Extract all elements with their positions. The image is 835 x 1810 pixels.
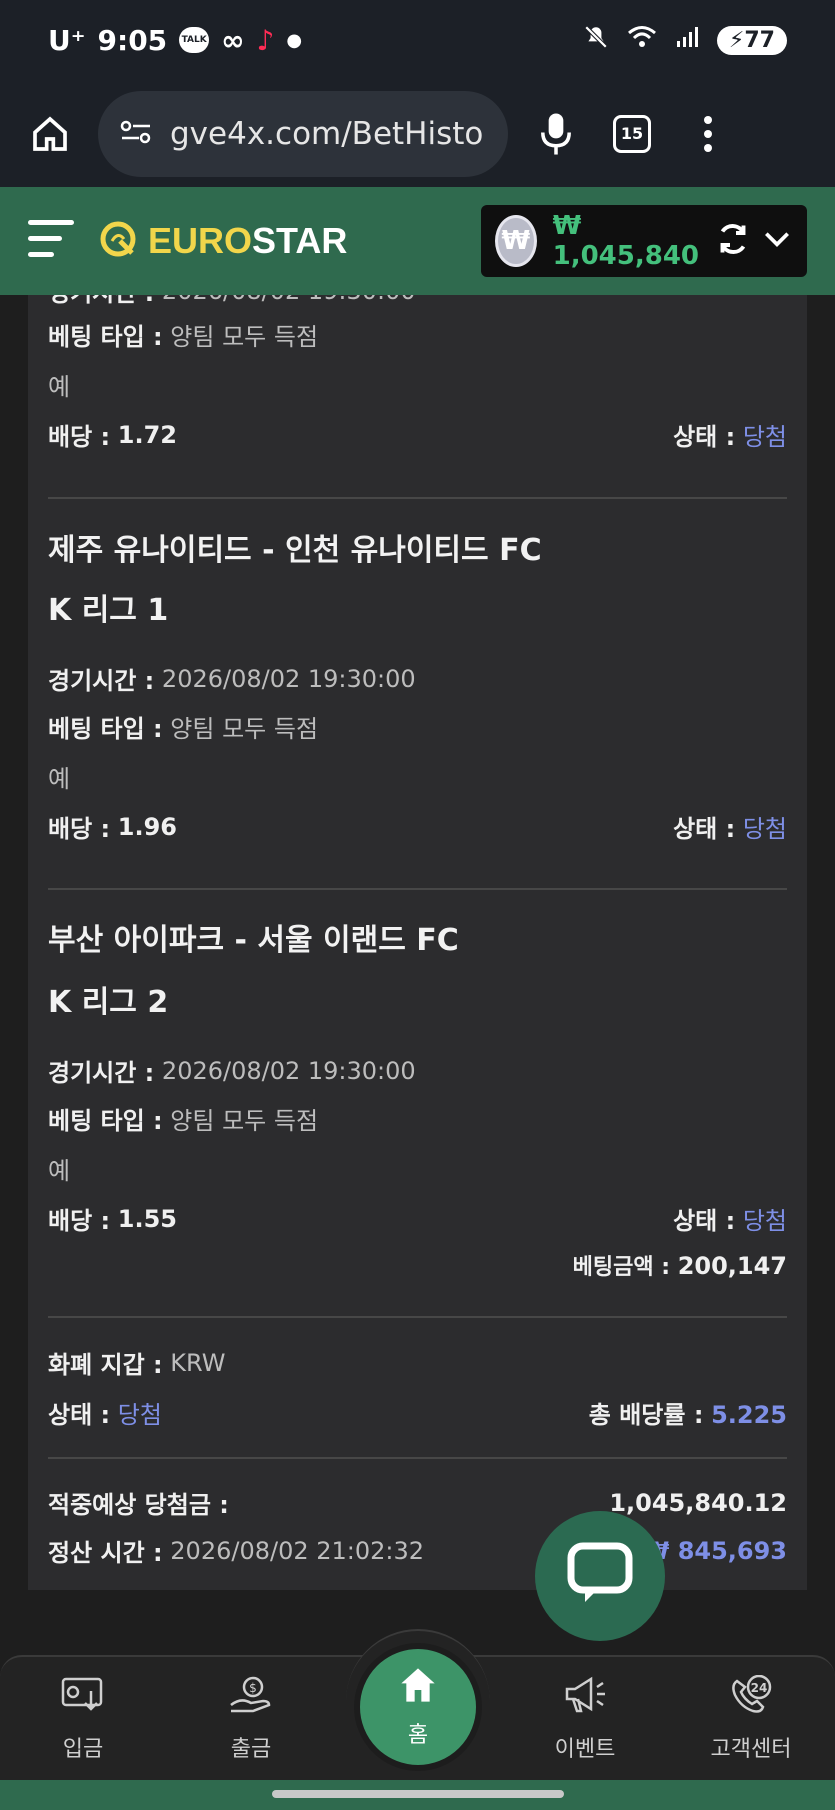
eurostar-logo[interactable]: EUROSTAR (98, 219, 347, 263)
tiktok-icon: ♪ (256, 23, 275, 57)
status-bar: U⁺ 9:05 TALK ∞ ♪ ● ⚡77 (0, 0, 835, 80)
carrier: U⁺ (48, 23, 86, 57)
bet-history-card: 경기시간 : 2026/08/02 19:30:00 베팅 타입 : 양팀 모두… (28, 295, 807, 1590)
bet-3-pick: 예 (48, 1157, 71, 1185)
nav-deposit[interactable]: 입금 (18, 1675, 148, 1763)
tab-switcher-button[interactable]: 15 (604, 106, 660, 162)
wifi-icon (627, 25, 657, 55)
expected-win-value: 1,045,840.12 (609, 1488, 787, 1517)
bet-1-bet-type: 베팅 타입 : 양팀 모두 득점 (48, 323, 319, 351)
settle-time-row: 정산 시간 : 2026/08/02 21:02:32 ₩ 845,693 (48, 1536, 787, 1568)
browser-toolbar: gve4x.com/BetHistor 15 (0, 80, 835, 187)
microphone-icon[interactable] (528, 106, 584, 162)
signal-icon (675, 25, 699, 55)
svg-text:24: 24 (751, 1681, 768, 1695)
bet-1-match-time: 경기시간 : 2026/08/02 19:30:00 (48, 295, 787, 308)
status-badge: 당첨 (742, 815, 787, 843)
logo-mark-icon (98, 219, 138, 263)
bet-3-match-time: 경기시간 : 2026/08/02 19:30:00 (48, 1056, 416, 1088)
megaphone-icon (563, 1675, 607, 1721)
dot-icon: ● (286, 29, 303, 51)
more-menu-icon[interactable] (680, 106, 736, 162)
bet-1-odds-status: 배당 : 1.72 상태 : 당첨 (48, 420, 787, 452)
bet-2-odds-status: 배당 : 1.96 상태 : 당첨 (48, 812, 787, 844)
live-chat-button[interactable] (535, 1511, 665, 1641)
chevron-down-icon[interactable] (761, 223, 793, 259)
bet-3-match: 부산 아이파크 - 서울 이랜드 FC (48, 923, 459, 958)
logo-euro-text: EURO (148, 220, 253, 261)
logo-star-text: STAR (252, 220, 348, 261)
refresh-icon[interactable] (715, 221, 751, 261)
mute-icon (583, 24, 609, 56)
site-header: EUROSTAR ₩ ₩ 1,045,840 (0, 187, 835, 295)
nav-events[interactable]: 이벤트 (520, 1675, 650, 1763)
nav-withdraw[interactable]: $ 출금 (186, 1675, 316, 1763)
home-icon (397, 1665, 439, 1711)
status-badge: 당첨 (742, 1207, 787, 1235)
bet-2-league: K 리그 1 (48, 593, 169, 628)
divider (48, 888, 787, 890)
clock: 9:05 (97, 23, 168, 57)
divider (48, 1316, 787, 1318)
nav-support[interactable]: 24 고객센터 (686, 1674, 816, 1763)
tab-count: 15 (613, 114, 651, 153)
bet-3-league: K 리그 2 (48, 985, 169, 1020)
bet-2-pick: 예 (48, 765, 71, 793)
summary-status-row: 상태 : 당첨 총 배당률 : 5.225 (48, 1395, 787, 1430)
support-24-icon: 24 (729, 1674, 773, 1721)
deposit-icon (61, 1675, 105, 1721)
bet-amount-row: 베팅금액 : 200,147 (572, 1252, 787, 1280)
status-badge: 당첨 (742, 423, 787, 451)
bet-3-bet-type: 베팅 타입 : 양팀 모두 득점 (48, 1107, 319, 1135)
won-coin-icon: ₩ (495, 215, 537, 267)
address-bar[interactable]: gve4x.com/BetHistor (98, 90, 508, 177)
nav-home[interactable]: 홈 (354, 1643, 482, 1771)
home-icon[interactable] (22, 106, 78, 162)
bet-3-odds-status: 배당 : 1.55 상태 : 당첨 (48, 1204, 787, 1236)
payout-value: ₩ 845,693 (642, 1536, 787, 1565)
status-badge: 당첨 (117, 1401, 162, 1429)
divider (48, 1457, 787, 1459)
expected-win-row: 적중예상 당첨금 : 1,045,840.12 (48, 1488, 787, 1520)
wallet-balance: ₩ 1,045,840 (552, 211, 699, 271)
url-text: gve4x.com/BetHistor (170, 115, 486, 152)
battery-indicator: ⚡77 (716, 25, 787, 55)
bet-2-match-time: 경기시간 : 2026/08/02 19:30:00 (48, 664, 416, 696)
chat-bubble-icon (567, 1542, 633, 1610)
site-settings-icon[interactable] (120, 118, 152, 150)
infinity-icon: ∞ (221, 23, 245, 57)
wallet-currency-row: 화폐 지갑 : KRW (48, 1348, 226, 1380)
total-odds-value: 5.225 (711, 1401, 787, 1429)
kakaotalk-icon: TALK (179, 27, 210, 53)
withdraw-icon: $ (229, 1675, 273, 1721)
divider (48, 497, 787, 499)
bet-2-bet-type: 베팅 타입 : 양팀 모두 득점 (48, 715, 319, 743)
gesture-handle[interactable] (272, 1790, 564, 1798)
wallet-balance-widget[interactable]: ₩ ₩ 1,045,840 (481, 205, 807, 277)
bet-1-pick: 예 (48, 373, 71, 401)
hamburger-menu-icon[interactable] (28, 218, 76, 264)
bet-2-match: 제주 유나이티드 - 인천 유나이티드 FC (48, 533, 542, 568)
svg-text:$: $ (249, 1681, 257, 1695)
